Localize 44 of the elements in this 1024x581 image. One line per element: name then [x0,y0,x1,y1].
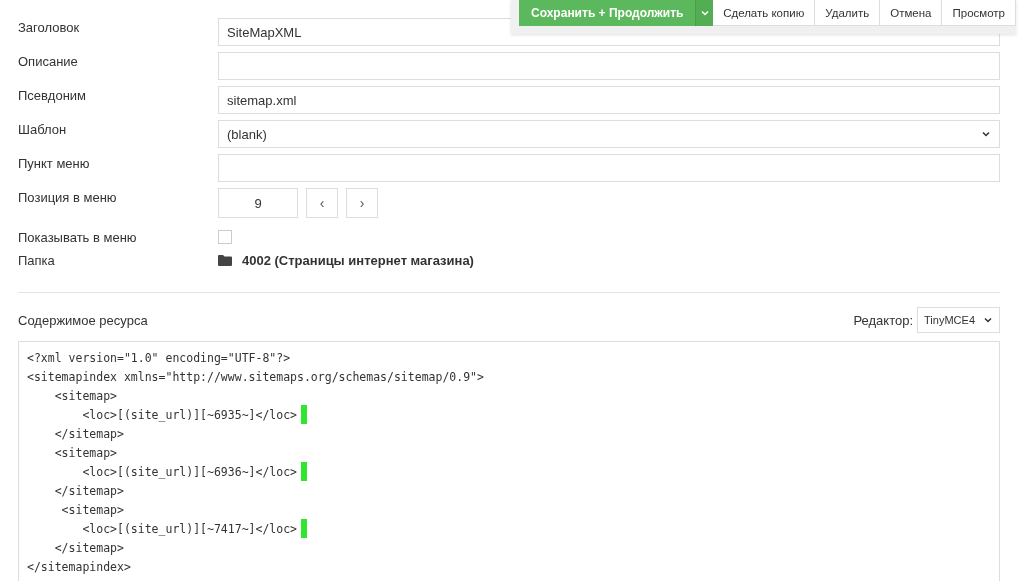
highlight-marker [301,405,308,424]
code-line: <loc>[(site_url)][~6935~]</loc> [81,407,298,422]
section-title: Содержимое ресурса [18,312,148,328]
code-line: </sitemap> [53,483,124,498]
highlight-marker [301,519,308,538]
toolbar-button[interactable]: Отмена [880,0,943,26]
field-label: Показывать в меню [18,229,138,245]
field-label: Описание [18,53,79,69]
dropdown-button[interactable] [695,0,714,26]
code-line: <loc>[(site_url)][~7417~]</loc> [81,521,298,536]
number-field[interactable]: 9 [218,188,298,218]
field-label: Псевдоним [18,87,88,103]
code-line: </sitemapindex> [27,559,131,574]
toolbar-button[interactable]: Удалить [815,0,881,26]
next-button[interactable]: › [346,188,378,218]
toolbar-button[interactable]: Сделать копию [713,0,816,26]
code-line: <sitemap> [60,502,124,517]
editor-select[interactable]: TinyMCE4 [917,307,1000,333]
previous-button[interactable]: ‹ [306,188,338,218]
code-line: <?xml version="1.0" encoding="UTF-8"?> [27,350,291,365]
template-select[interactable]: (blank) [218,120,1000,148]
code-line: </sitemap> [53,426,124,441]
toolbar-button[interactable]: Просмотр [942,0,1016,26]
field-label: Папка [18,252,56,268]
code-line: <loc>[(site_url)][~6936~]</loc> [81,464,298,479]
code-line: <sitemap> [53,445,117,460]
text-field[interactable] [218,154,1000,182]
checkbox[interactable] [218,230,232,244]
field-label: Позиция в меню [18,189,118,205]
folder-icon [218,254,232,266]
chevron-down-icon [981,129,991,139]
code-line: </sitemap> [53,540,124,555]
text-field[interactable]: sitemap.xml [218,86,1000,114]
field-label: Пункт меню [18,155,91,171]
code-line: <sitemapindex xmlns="http://www.sitemaps.org/schemas/sitemap/0.9"> [27,369,484,384]
highlight-marker [301,462,308,481]
text-field[interactable] [218,52,1000,80]
chevron-down-icon [983,315,993,325]
chevron-down-icon [699,8,710,18]
field-label: Заголовок [18,19,81,35]
folder-name: 4002 (Страницы интернет магазина) [242,252,474,268]
editor-label: Редактор: [853,312,914,328]
field-label: Шаблон [18,121,68,137]
code-line: <sitemap> [53,388,117,403]
